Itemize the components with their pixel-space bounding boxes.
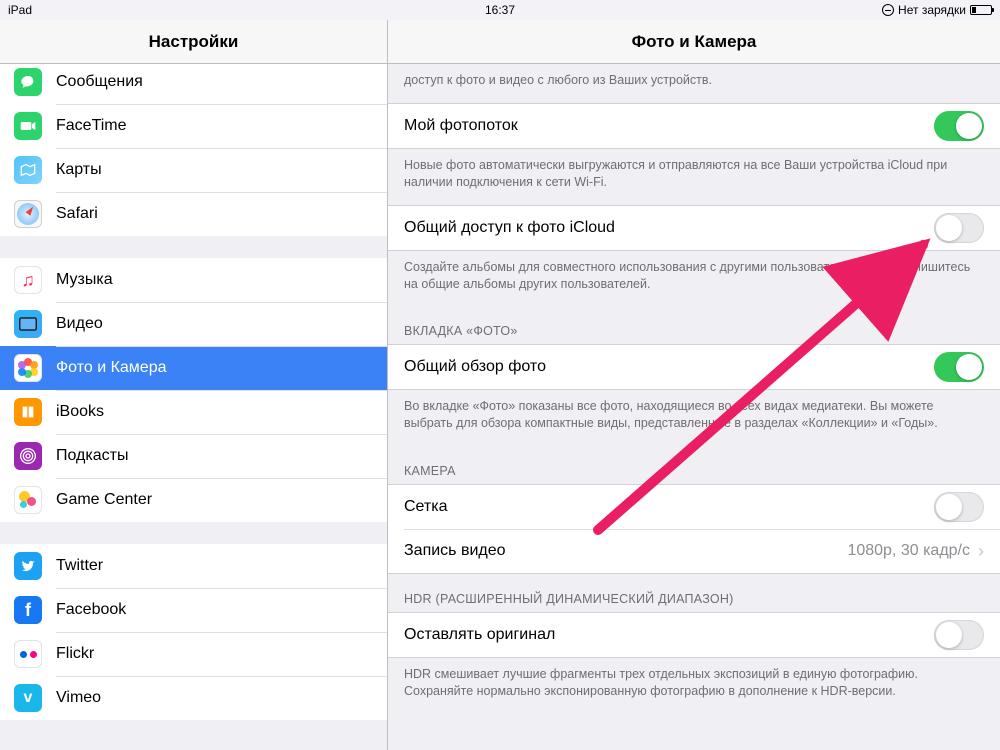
gamecenter-icon <box>14 486 42 514</box>
sidebar-pane: Настройки Сообщения FaceTime <box>0 20 388 750</box>
sidebar-item-label: Game Center <box>56 491 152 509</box>
sidebar-item-music[interactable]: ♫ Музыка <box>0 258 387 302</box>
do-not-charge-icon <box>882 4 894 16</box>
podcasts-icon <box>14 442 42 470</box>
sidebar-item-label: iBooks <box>56 403 104 421</box>
icloud-sharing-toggle[interactable] <box>934 213 984 243</box>
grid-toggle[interactable] <box>934 492 984 522</box>
messages-icon <box>14 68 42 96</box>
keep-original-row: Оставлять оригинал <box>388 613 1000 657</box>
sidebar-item-label: Vimeo <box>56 689 101 707</box>
sidebar-item-label: Twitter <box>56 557 103 575</box>
sidebar-item-label: Сообщения <box>56 73 143 91</box>
photostream-label: Мой фотопоток <box>404 117 518 135</box>
hdr-footer: HDR смешивает лучшие фрагменты трех отде… <box>388 658 1000 714</box>
sidebar-item-label: Подкасты <box>56 447 128 465</box>
detail-title: Фото и Камера <box>388 20 1000 64</box>
grid-row: Сетка <box>388 485 1000 529</box>
battery-icon <box>970 5 992 15</box>
sidebar-item-label: Facebook <box>56 601 126 619</box>
icloud-library-footer: доступ к фото и видео с любого из Ваших … <box>388 64 1000 103</box>
ibooks-icon <box>14 398 42 426</box>
sidebar-item-twitter[interactable]: Twitter <box>0 544 387 588</box>
sidebar-item-facetime[interactable]: FaceTime <box>0 104 387 148</box>
sidebar-item-label: FaceTime <box>56 117 127 135</box>
photos-icon <box>14 354 42 382</box>
detail-pane: Фото и Камера доступ к фото и видео с лю… <box>388 20 1000 750</box>
sidebar-item-label: Фото и Камера <box>56 359 167 377</box>
sidebar-item-label: Flickr <box>56 645 94 663</box>
facebook-icon: f <box>14 596 42 624</box>
phototab-footer: Во вкладке «Фото» показаны все фото, нах… <box>388 390 1000 446</box>
sidebar-item-label: Карты <box>56 161 102 179</box>
sidebar-item-podcasts[interactable]: Подкасты <box>0 434 387 478</box>
vimeo-icon: v <box>14 684 42 712</box>
charge-label: Нет зарядки <box>898 3 966 17</box>
maps-icon <box>14 156 42 184</box>
sidebar-item-flickr[interactable]: Flickr <box>0 632 387 676</box>
device-label: iPad <box>8 3 32 17</box>
sidebar-item-label: Видео <box>56 315 103 333</box>
photostream-toggle[interactable] <box>934 111 984 141</box>
sidebar-item-messages[interactable]: Сообщения <box>0 64 387 104</box>
icloud-sharing-row: Общий доступ к фото iCloud <box>388 206 1000 250</box>
chevron-right-icon: › <box>978 542 984 560</box>
icloud-sharing-footer: Создайте альбомы для совместного использ… <box>388 251 1000 307</box>
sidebar-title: Настройки <box>0 20 387 64</box>
twitter-icon <box>14 552 42 580</box>
phototab-header: ВКЛАДКА «ФОТО» <box>388 306 1000 344</box>
video-icon <box>14 310 42 338</box>
summary-toggle[interactable] <box>934 352 984 382</box>
camera-header: КАМЕРА <box>388 446 1000 484</box>
sidebar-item-label: Safari <box>56 205 98 223</box>
flickr-icon <box>14 640 42 668</box>
keep-original-toggle[interactable] <box>934 620 984 650</box>
summary-row: Общий обзор фото <box>388 345 1000 389</box>
sidebar-item-vimeo[interactable]: v Vimeo <box>0 676 387 720</box>
record-video-row[interactable]: Запись видео 1080p, 30 кадр/с › <box>388 529 1000 573</box>
photostream-footer: Новые фото автоматически выгружаются и о… <box>388 149 1000 205</box>
photostream-row: Мой фотопоток <box>388 104 1000 148</box>
summary-label: Общий обзор фото <box>404 358 546 376</box>
grid-label: Сетка <box>404 498 448 516</box>
music-icon: ♫ <box>14 266 42 294</box>
icloud-sharing-label: Общий доступ к фото iCloud <box>404 219 615 237</box>
sidebar-item-safari[interactable]: Safari <box>0 192 387 236</box>
record-video-label: Запись видео <box>404 542 506 560</box>
safari-icon <box>14 200 42 228</box>
sidebar-item-photos[interactable]: Фото и Камера <box>0 346 387 390</box>
facetime-icon <box>14 112 42 140</box>
status-bar: iPad 16:37 Нет зарядки <box>0 0 1000 20</box>
sidebar-item-gamecenter[interactable]: Game Center <box>0 478 387 522</box>
sidebar-item-ibooks[interactable]: iBooks <box>0 390 387 434</box>
hdr-header: HDR (РАСШИРЕННЫЙ ДИНАМИЧЕСКИЙ ДИАПАЗОН) <box>388 574 1000 612</box>
keep-original-label: Оставлять оригинал <box>404 626 555 644</box>
sidebar-item-maps[interactable]: Карты <box>0 148 387 192</box>
clock: 16:37 <box>485 3 515 17</box>
sidebar-item-label: Музыка <box>56 271 113 289</box>
sidebar-item-video[interactable]: Видео <box>0 302 387 346</box>
record-video-value: 1080p, 30 кадр/с <box>847 542 970 560</box>
sidebar-item-facebook[interactable]: f Facebook <box>0 588 387 632</box>
